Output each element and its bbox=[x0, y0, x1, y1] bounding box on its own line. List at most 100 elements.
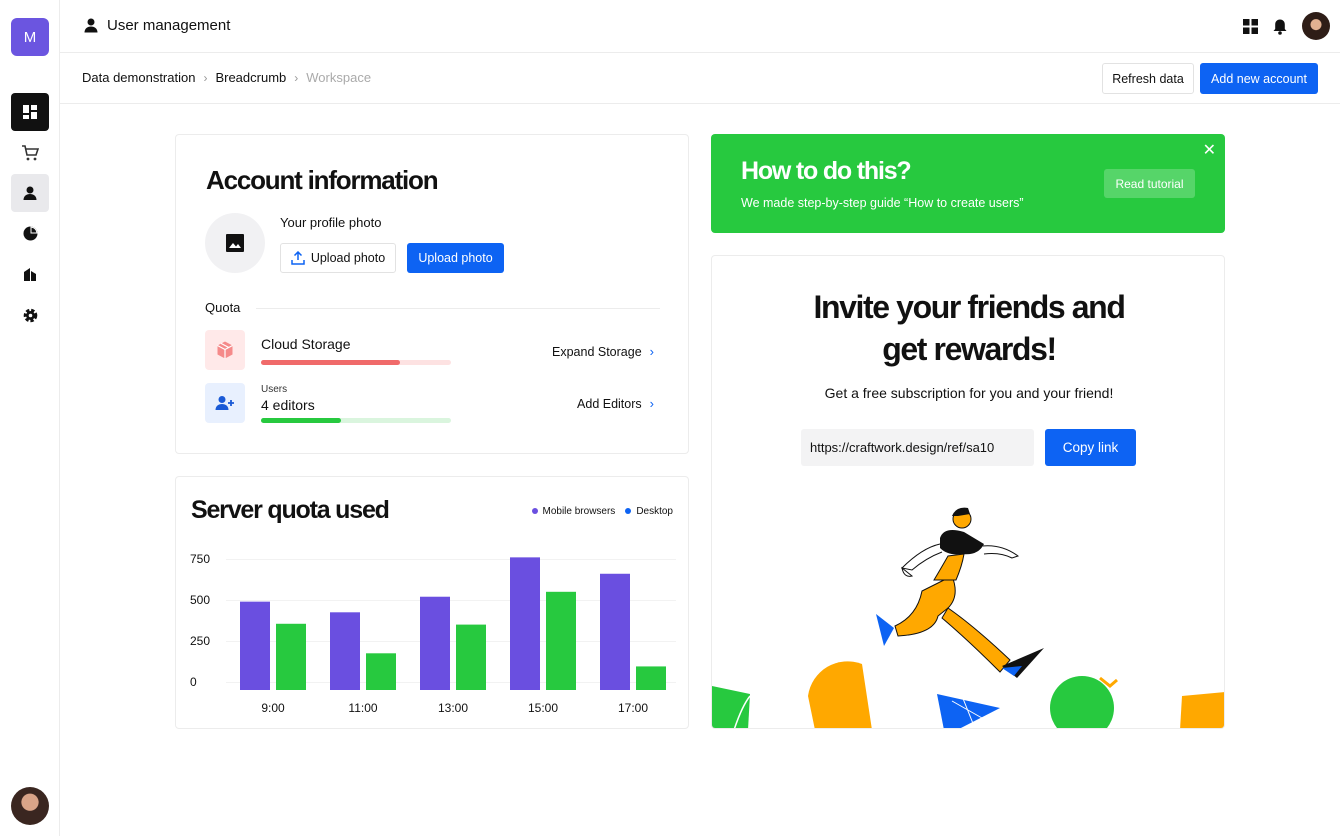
read-tutorial-button[interactable]: Read tutorial bbox=[1104, 169, 1195, 198]
expand-storage-link[interactable]: Expand Storage › bbox=[552, 344, 654, 359]
breadcrumb-item[interactable]: Breadcrumb bbox=[215, 70, 286, 85]
profile-photo-label: Your profile photo bbox=[280, 215, 382, 230]
app-logo[interactable]: M bbox=[11, 18, 49, 56]
sidebar-item-cart[interactable] bbox=[11, 134, 49, 172]
box-icon bbox=[217, 341, 233, 359]
bar-desktop bbox=[276, 623, 306, 690]
upload-photo-label: Upload photo bbox=[310, 251, 386, 265]
sidebar-item-users[interactable] bbox=[11, 174, 49, 212]
bar-mobile-browsers bbox=[420, 596, 450, 690]
breadcrumb-bar: Data demonstration › Breadcrumb › Worksp… bbox=[60, 53, 1340, 104]
user-icon bbox=[23, 186, 37, 200]
bar-desktop bbox=[546, 591, 576, 690]
tutorial-title: How to do this? bbox=[741, 157, 912, 185]
invite-title: Invite your friends and get rewards! bbox=[712, 286, 1224, 370]
refresh-data-button[interactable]: Refresh data bbox=[1102, 63, 1194, 94]
invite-card: Invite your friends and get rewards! Get… bbox=[711, 255, 1225, 729]
image-icon bbox=[226, 234, 244, 252]
chart-legend: Mobile browsers Desktop bbox=[531, 506, 673, 517]
bar-mobile-browsers bbox=[600, 573, 630, 690]
settings-icon bbox=[23, 308, 37, 322]
add-account-button[interactable]: Add new account bbox=[1200, 63, 1318, 94]
chevron-right-icon: › bbox=[649, 344, 654, 359]
chevron-right-icon: › bbox=[294, 70, 299, 85]
invite-title-line1: Invite your friends and bbox=[813, 289, 1126, 325]
apps-grid-icon[interactable] bbox=[1243, 18, 1258, 34]
app-root: M User management Data demonstration › B… bbox=[0, 0, 1340, 836]
dashboard-icon bbox=[23, 105, 37, 119]
top-bar: User management bbox=[60, 0, 1340, 53]
legend-item: Desktop bbox=[625, 506, 673, 517]
chevron-right-icon: › bbox=[203, 70, 208, 85]
x-tick-label: 17:00 bbox=[618, 701, 648, 715]
server-quota-title: Server quota used bbox=[191, 496, 390, 524]
x-tick-label: 15:00 bbox=[528, 701, 558, 715]
sidebar-item-dashboard[interactable] bbox=[11, 93, 49, 131]
quota-label: Quota bbox=[205, 300, 241, 315]
x-tick-label: 9:00 bbox=[261, 701, 285, 715]
upload-icon bbox=[291, 251, 305, 265]
account-info-card: Account information Your profile photo U… bbox=[175, 134, 689, 454]
sidebar: M bbox=[0, 0, 60, 836]
invite-subtitle: Get a free subscription for you and your… bbox=[824, 385, 1114, 401]
storage-progress-bar bbox=[261, 360, 451, 365]
sidebar-item-settings[interactable] bbox=[11, 296, 49, 334]
legend-label: Desktop bbox=[636, 506, 673, 517]
tutorial-banner: How to do this? We made step-by-step gui… bbox=[711, 134, 1225, 233]
y-tick-label: 750 bbox=[190, 552, 210, 566]
bar-desktop bbox=[456, 624, 486, 690]
add-editors-label: Add Editors bbox=[577, 396, 642, 411]
y-tick-label: 0 bbox=[190, 675, 197, 689]
bar-mobile-browsers bbox=[240, 601, 270, 690]
storage-title: Cloud Storage bbox=[261, 336, 351, 352]
x-tick-label: 13:00 bbox=[438, 701, 468, 715]
building-icon bbox=[24, 268, 36, 281]
users-icon-box bbox=[205, 383, 245, 423]
users-progress-bar bbox=[261, 418, 451, 423]
legend-item: Mobile browsers bbox=[531, 506, 616, 517]
breadcrumb: Data demonstration › Breadcrumb › Worksp… bbox=[82, 70, 371, 85]
legend-dot bbox=[625, 508, 632, 515]
sidebar-item-company[interactable] bbox=[11, 255, 49, 293]
breadcrumb-item[interactable]: Data demonstration bbox=[82, 70, 195, 85]
copy-link-button[interactable]: Copy link bbox=[1045, 429, 1136, 466]
cart-icon bbox=[22, 145, 39, 161]
users-label: Users bbox=[261, 384, 288, 395]
storage-progress-fill bbox=[261, 360, 400, 365]
x-tick-label: 11:00 bbox=[348, 701, 377, 715]
profile-avatar[interactable] bbox=[1302, 12, 1330, 40]
breadcrumb-current: Workspace bbox=[306, 70, 372, 85]
bar-desktop bbox=[366, 653, 396, 690]
upload-photo-button[interactable]: Upload photo bbox=[407, 243, 504, 273]
page-header: User management bbox=[84, 17, 230, 34]
storage-icon-box bbox=[205, 330, 245, 370]
top-actions bbox=[1243, 12, 1330, 40]
pie-chart-icon bbox=[23, 226, 37, 240]
sidebar-item-analytics[interactable] bbox=[11, 214, 49, 252]
account-info-title: Account information bbox=[206, 165, 439, 195]
profile-photo-placeholder[interactable] bbox=[205, 213, 265, 273]
legend-dot bbox=[531, 508, 538, 515]
invite-title-line2: get rewards! bbox=[882, 331, 1057, 367]
bell-icon[interactable] bbox=[1272, 18, 1288, 35]
users-progress-fill bbox=[261, 418, 341, 423]
user-avatar[interactable] bbox=[11, 787, 49, 825]
add-editors-link[interactable]: Add Editors › bbox=[577, 396, 654, 411]
user-icon bbox=[84, 18, 98, 33]
tutorial-text: We made step-by-step guide “How to creat… bbox=[741, 196, 1024, 210]
close-icon[interactable]: ✕ bbox=[1203, 140, 1216, 160]
page-title: User management bbox=[107, 17, 231, 34]
expand-storage-label: Expand Storage bbox=[552, 344, 642, 359]
chevron-right-icon: › bbox=[649, 396, 654, 411]
running-person-illustration bbox=[712, 507, 1224, 728]
server-quota-card: 0 250 500 750 9:00 11:00 13:00 15:00 17:00 Serve… bbox=[175, 476, 689, 729]
bar-mobile-browsers bbox=[330, 612, 360, 690]
bar-mobile-browsers bbox=[510, 557, 540, 690]
legend-label: Mobile browsers bbox=[542, 506, 616, 517]
upload-photo-outline-button[interactable]: Upload photo bbox=[280, 243, 396, 273]
add-user-icon bbox=[215, 396, 234, 410]
divider bbox=[256, 308, 660, 309]
referral-link-input[interactable] bbox=[801, 429, 1034, 466]
y-tick-label: 250 bbox=[190, 634, 210, 648]
bar-desktop bbox=[636, 666, 666, 690]
